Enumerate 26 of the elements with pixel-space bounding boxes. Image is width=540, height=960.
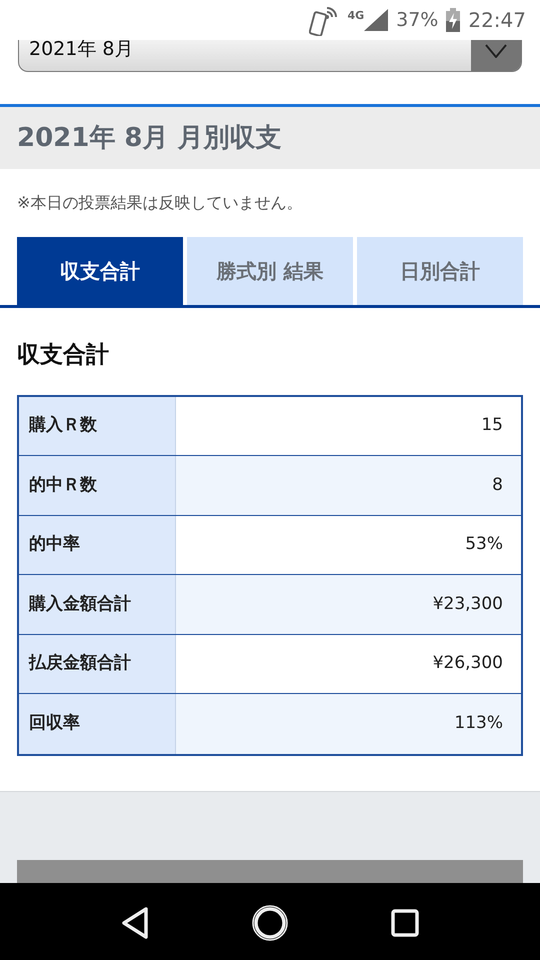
row-label: 的中率 [19,516,176,574]
network-type-label: 4G [347,8,364,24]
row-label: 購入金額合計 [19,575,176,634]
row-label: 購入Ｒ数 [19,396,176,455]
signal-icon [364,9,388,31]
row-value: 8 [176,456,521,514]
row-value: 113% [176,694,521,754]
chevron-down-icon [485,44,507,58]
section-title: 収支合計 [17,342,109,368]
month-select[interactable]: 2021年 8月 [18,40,522,72]
recents-icon[interactable] [391,908,419,936]
page-title: 2021年 8月 月別収支 [17,122,282,154]
row-label: 払戻金額合計 [19,634,176,693]
tab[interactable]: 収支合計 [17,237,183,305]
tab[interactable]: 勝式別 結果 [187,237,353,305]
tab[interactable]: 日別合計 [357,237,523,305]
row-label: 回収率 [19,694,176,754]
battery-percent: 37% [396,8,438,33]
row-label: 的中Ｒ数 [19,456,176,514]
back-icon[interactable] [121,906,149,938]
nfc-phone-icon [309,4,340,36]
row-value: ¥23,300 [176,575,521,634]
home-icon[interactable] [251,904,289,942]
notice-text: ※本日の投票結果は反映していません。 [17,193,302,212]
battery-charging-icon [446,8,460,32]
clock: 22:47 [468,7,526,34]
